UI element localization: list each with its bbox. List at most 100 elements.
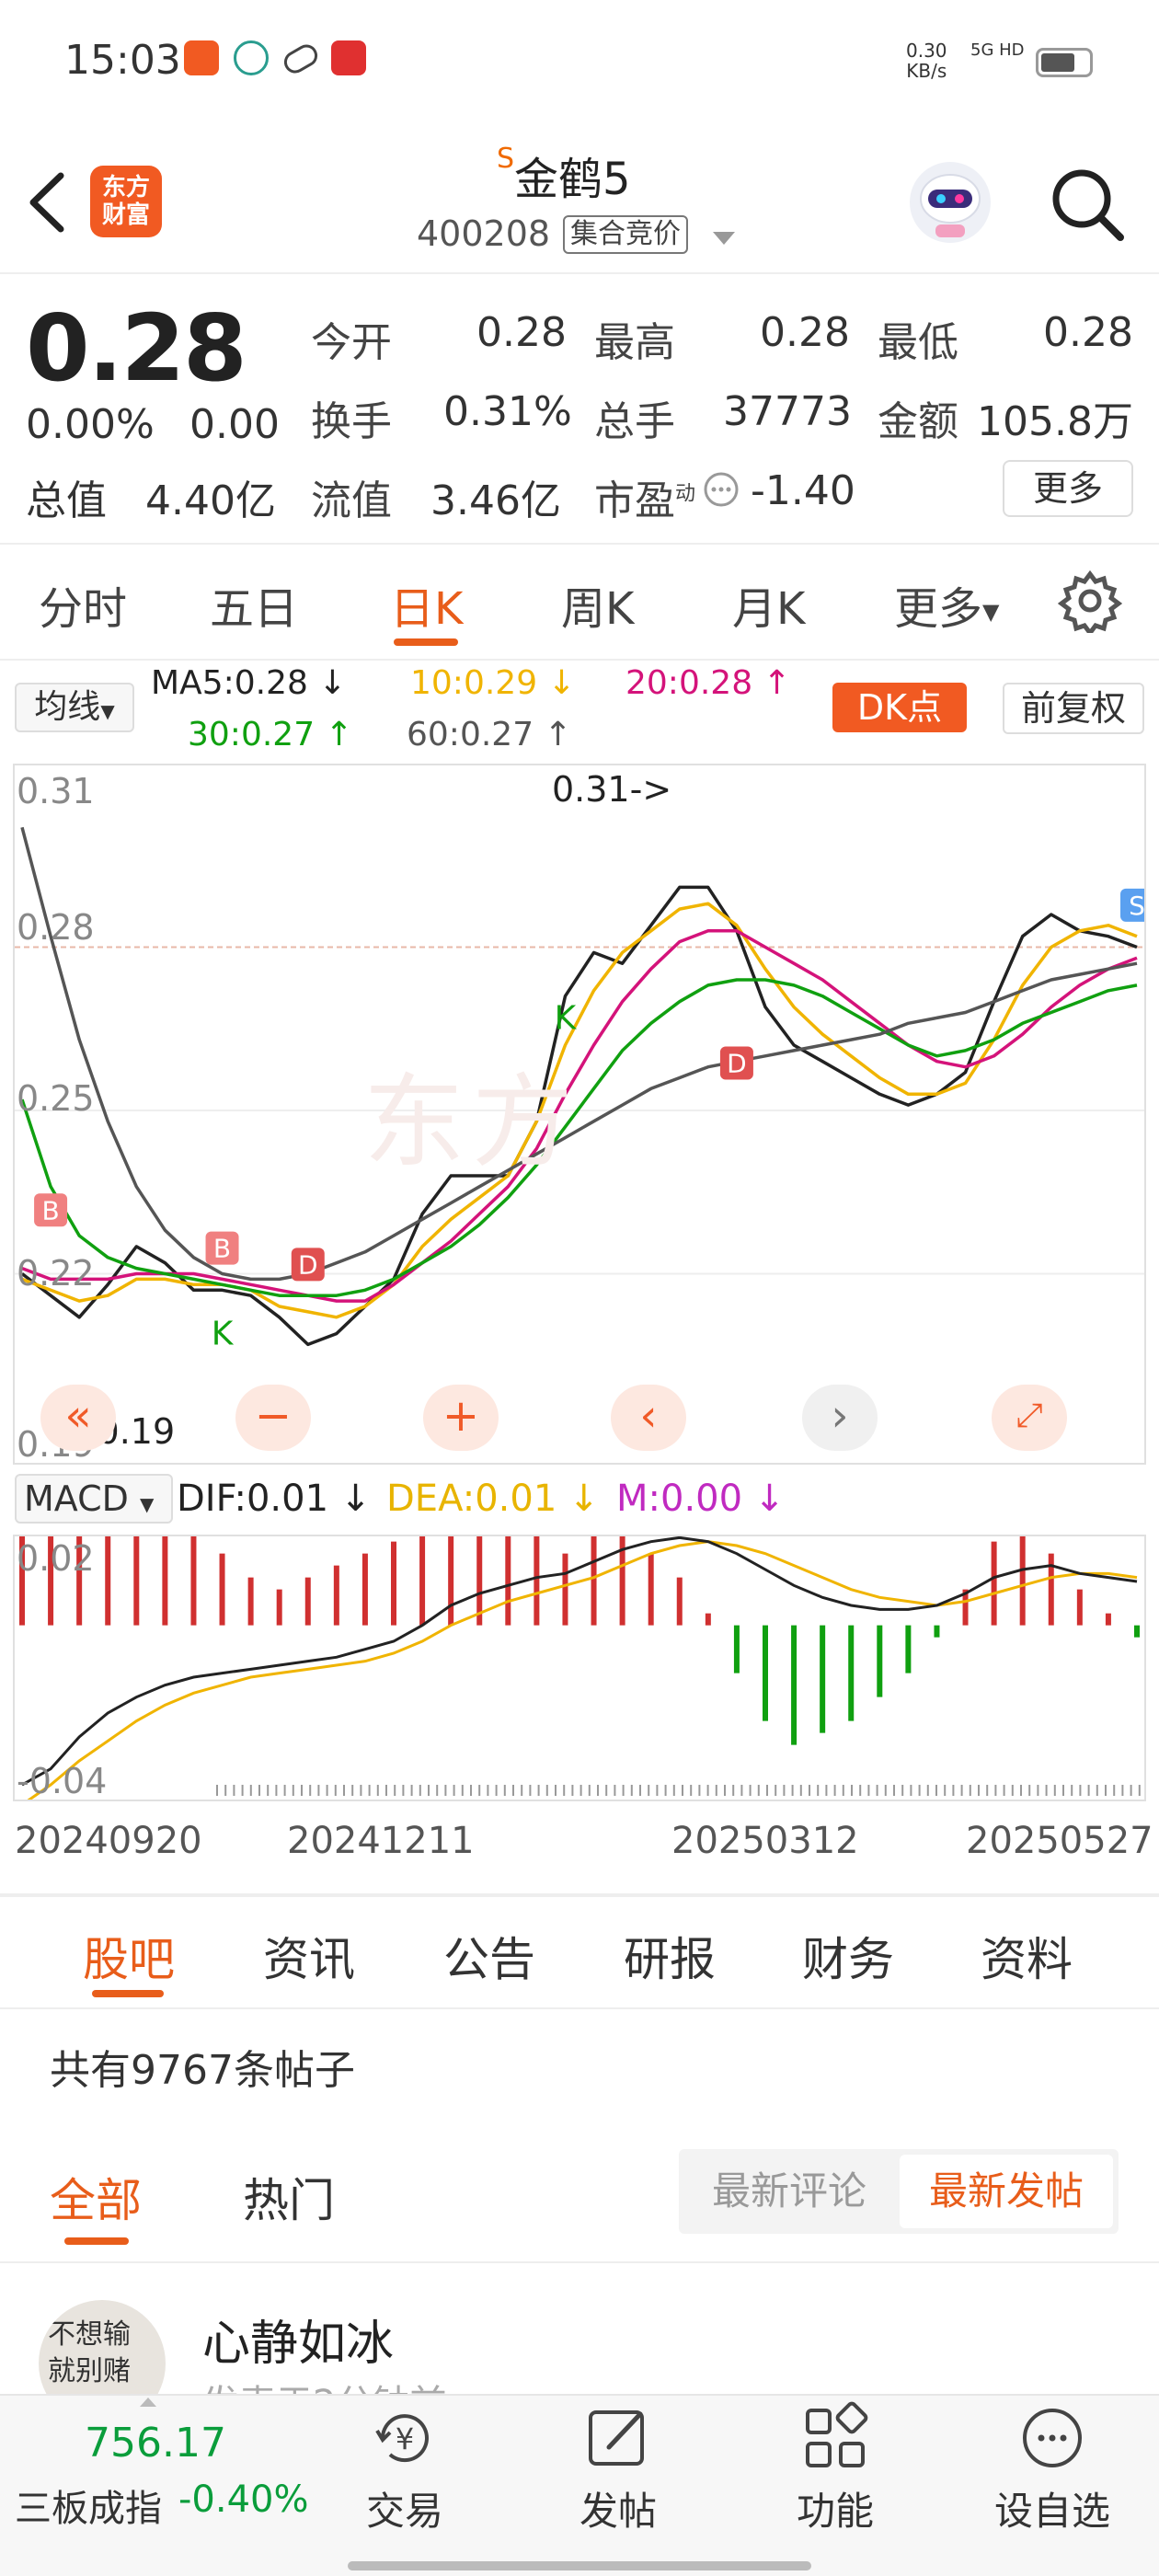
filter-hot[interactable]: 热门 bbox=[243, 2164, 335, 2230]
tab-more-periods[interactable]: 更多▼ bbox=[894, 572, 999, 637]
sort-latest-post[interactable]: 最新发帖 bbox=[900, 2155, 1113, 2228]
app-notification-icon bbox=[184, 40, 219, 75]
gift-icon bbox=[331, 40, 366, 75]
index-value[interactable]: 756.17 bbox=[85, 2420, 226, 2467]
tab-news[interactable]: 资讯 bbox=[263, 1923, 355, 1989]
status-bar: 15:03 0.30 KB/s 5G HD bbox=[0, 0, 1159, 120]
tab-forum[interactable]: 股吧 bbox=[83, 1923, 175, 1989]
chart-marker-D[interactable]: D bbox=[291, 1248, 325, 1282]
marker-text: S bbox=[1129, 891, 1144, 921]
index-up-arrow-icon bbox=[140, 2398, 156, 2407]
rewind-fast-button[interactable]: « bbox=[40, 1385, 116, 1451]
marker-text: B bbox=[213, 1234, 231, 1264]
ma5-value: MA5:0.28 ↓ bbox=[151, 664, 347, 702]
trade-status-tag: 集合竞价 bbox=[563, 215, 688, 254]
macd-dea: DEA:0.01 ↓ bbox=[386, 1478, 600, 1520]
sort-latest-comment[interactable]: 最新评论 bbox=[688, 2155, 890, 2228]
chevron-down-icon[interactable] bbox=[713, 232, 735, 245]
chart-marker-K[interactable]: K bbox=[555, 999, 578, 1037]
eastmoney-logo[interactable]: 东方 财富 bbox=[90, 166, 162, 237]
y-tick-3: 0.22 bbox=[17, 1253, 95, 1294]
marker-text: K bbox=[212, 1315, 235, 1352]
turnover-label: 换手 bbox=[311, 398, 392, 445]
chart-marker-B[interactable]: B bbox=[205, 1231, 239, 1265]
zoom-in-button[interactable]: + bbox=[423, 1385, 499, 1451]
float-label: 流值 bbox=[311, 477, 392, 524]
tab-intraday[interactable]: 分时 bbox=[39, 572, 127, 637]
index-name[interactable]: 三板成指 bbox=[15, 2478, 162, 2532]
tab-research[interactable]: 研报 bbox=[624, 1923, 716, 1989]
back-arrow-icon[interactable] bbox=[26, 170, 70, 235]
signal-icon: 5G HD bbox=[970, 40, 1025, 60]
post-username[interactable]: 心静如冰 bbox=[202, 2305, 394, 2374]
chart-marker-B[interactable]: B bbox=[34, 1193, 68, 1227]
index-change[interactable]: -0.40% bbox=[178, 2478, 309, 2521]
dk-point-button[interactable]: DK点 bbox=[832, 683, 967, 732]
ma10-value: 10:0.29 ↓ bbox=[410, 664, 576, 702]
net-speed: 0.30 KB/s bbox=[906, 40, 947, 82]
nav-add-watchlist[interactable]: 设自选 bbox=[979, 2401, 1126, 2539]
zoom-out-button[interactable]: − bbox=[235, 1385, 311, 1451]
tab-five-day[interactable]: 五日 bbox=[210, 572, 298, 637]
chart-marker-D[interactable]: D bbox=[719, 1046, 753, 1080]
chart-marker-K[interactable]: K bbox=[212, 1315, 235, 1352]
pe-label: 市盈动 bbox=[594, 477, 696, 524]
open-label: 今开 bbox=[311, 319, 392, 366]
divider bbox=[0, 2261, 1159, 2263]
tab-weekly-k[interactable]: 周K bbox=[561, 572, 634, 637]
ma-toggle[interactable]: 均线▼ bbox=[15, 683, 134, 732]
chart-marker-S[interactable]: S bbox=[1120, 888, 1144, 922]
amount-label: 金额 bbox=[878, 398, 958, 445]
svg-text:¥: ¥ bbox=[396, 2421, 414, 2456]
nav-trade[interactable]: ¥ 交易 bbox=[331, 2401, 478, 2539]
active-tab-indicator bbox=[394, 638, 458, 646]
y-tick-1: 0.28 bbox=[17, 907, 95, 948]
stock-name: 金鹤5 bbox=[514, 154, 631, 205]
y-tick-2: 0.25 bbox=[17, 1078, 95, 1119]
adjust-button[interactable]: 前复权 bbox=[1003, 683, 1144, 734]
ma60-value: 60:0.27 ↑ bbox=[407, 716, 572, 753]
ticket-icon bbox=[234, 40, 269, 75]
nav-functions[interactable]: 功能 bbox=[762, 2401, 909, 2539]
tab-daily-k[interactable]: 日K bbox=[390, 572, 463, 637]
trade-yen-icon: ¥ bbox=[375, 2414, 429, 2463]
divider bbox=[0, 543, 1159, 545]
watermark: 东方 bbox=[363, 1064, 580, 1181]
marker-text: D bbox=[298, 1249, 318, 1280]
macd-chart[interactable] bbox=[13, 1535, 1146, 1801]
nav-post[interactable]: 发帖 bbox=[545, 2401, 692, 2539]
battery-icon bbox=[1036, 48, 1093, 77]
nav-add-watchlist-label: 设自选 bbox=[993, 2489, 1110, 2534]
marker-text: B bbox=[41, 1195, 59, 1225]
tab-announcements[interactable]: 公告 bbox=[443, 1923, 535, 1989]
float-value: 3.46亿 bbox=[430, 477, 561, 524]
x-tick-3: 20250527 bbox=[966, 1820, 1153, 1862]
scroll-left-button[interactable]: ‹ bbox=[611, 1385, 686, 1451]
tab-profile[interactable]: 资料 bbox=[981, 1923, 1073, 1989]
more-dots-icon[interactable] bbox=[703, 471, 740, 508]
macd-chart-svg[interactable] bbox=[15, 1536, 1144, 1800]
scroll-right-button[interactable]: › bbox=[802, 1385, 878, 1451]
y-tick-0: 0.31 bbox=[17, 771, 95, 811]
x-tick-2: 20250312 bbox=[671, 1820, 859, 1862]
more-circle-icon bbox=[1023, 2409, 1082, 2467]
more-button[interactable]: 更多 bbox=[1003, 460, 1133, 517]
settings-gear-icon[interactable] bbox=[1058, 569, 1122, 633]
assistant-robot-icon[interactable] bbox=[906, 158, 994, 247]
macd-dif: DIF:0.01 ↓ bbox=[177, 1478, 372, 1520]
filter-all[interactable]: 全部 bbox=[50, 2164, 142, 2230]
macd-y-tick-1: -0.04 bbox=[17, 1761, 108, 1801]
mktcap-value: 4.40亿 bbox=[145, 477, 276, 524]
fullscreen-button[interactable]: ⤢ bbox=[992, 1385, 1067, 1451]
macd-toggle[interactable]: MACD ▼ bbox=[15, 1474, 173, 1524]
macd-dea-line bbox=[27, 1540, 1138, 1800]
macd-y-tick-0: 0.02 bbox=[17, 1538, 95, 1579]
high-value: 0.28 bbox=[760, 309, 850, 356]
low-label: 最低 bbox=[878, 319, 958, 366]
tab-monthly-k[interactable]: 月K bbox=[732, 572, 805, 637]
nav-post-label: 发帖 bbox=[579, 2489, 657, 2534]
high-label: 最高 bbox=[594, 319, 675, 366]
tab-finance[interactable]: 财务 bbox=[802, 1923, 894, 1989]
active-content-tab-indicator bbox=[92, 1990, 164, 1997]
search-icon[interactable] bbox=[1047, 164, 1128, 245]
